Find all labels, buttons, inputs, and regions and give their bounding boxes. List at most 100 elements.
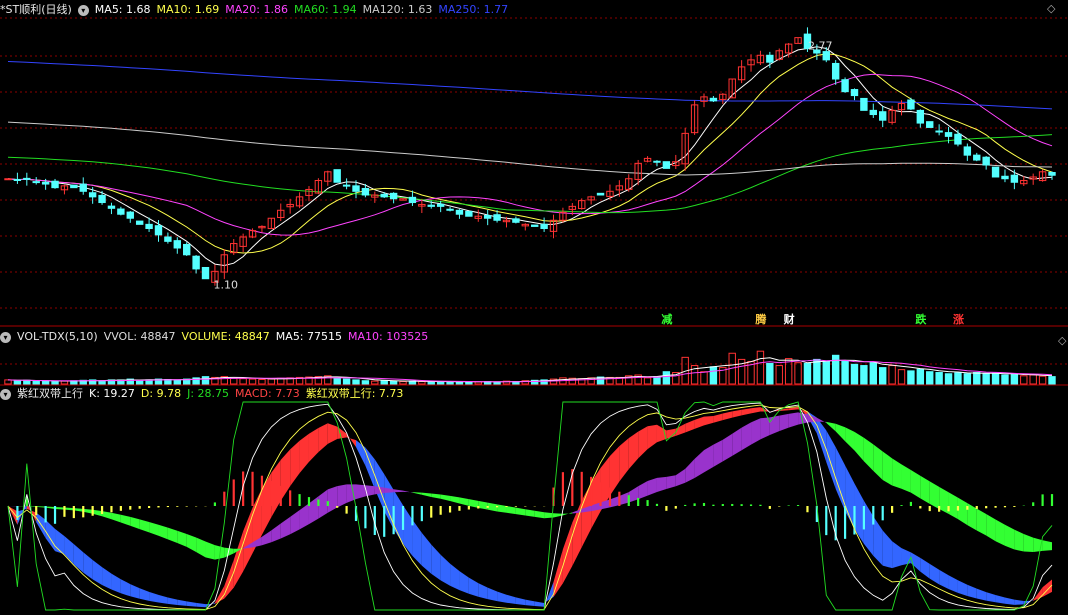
volume-bar[interactable] (446, 381, 454, 385)
candle[interactable] (954, 129, 962, 147)
candle[interactable] (841, 77, 849, 93)
volume-bar[interactable] (389, 380, 398, 385)
volume-bar[interactable] (888, 365, 896, 385)
candle[interactable] (681, 127, 689, 171)
candle[interactable] (512, 216, 520, 224)
volume-bar[interactable] (700, 371, 708, 385)
volume-bar[interactable] (361, 380, 370, 385)
candle[interactable] (1038, 169, 1047, 182)
volume-bar[interactable] (23, 379, 31, 385)
candle[interactable] (991, 166, 1000, 178)
candle[interactable] (521, 223, 529, 231)
volume-bar[interactable] (916, 368, 925, 385)
candle[interactable] (455, 209, 464, 219)
candle[interactable] (794, 37, 802, 44)
candle[interactable] (606, 184, 614, 200)
volume-bar[interactable] (662, 371, 671, 385)
volume-bar[interactable] (418, 381, 426, 385)
volume-bars[interactable] (4, 350, 1056, 385)
volume-bar[interactable] (4, 379, 12, 385)
candle[interactable] (596, 192, 605, 196)
volume-bar[interactable] (51, 381, 59, 385)
candle[interactable] (13, 172, 22, 184)
volume-bar[interactable] (869, 362, 877, 385)
candle[interactable] (869, 103, 877, 118)
candle[interactable] (220, 249, 229, 279)
volume-bar[interactable] (963, 373, 972, 385)
candle[interactable] (973, 152, 981, 162)
volume-bar[interactable] (982, 373, 990, 385)
candle[interactable] (587, 195, 595, 205)
volume-bar[interactable] (1010, 374, 1019, 385)
candle[interactable] (483, 209, 492, 226)
candle[interactable] (446, 206, 454, 212)
candle[interactable] (60, 184, 69, 195)
candle[interactable] (559, 207, 567, 223)
volume-bar[interactable] (973, 372, 981, 385)
restore-icon[interactable]: ◇ (1047, 3, 1057, 14)
volume-bar[interactable] (13, 380, 22, 385)
volume-bar[interactable] (1029, 374, 1037, 385)
candle[interactable] (51, 178, 59, 189)
volume-bar[interactable] (756, 350, 765, 385)
candle[interactable] (831, 60, 840, 85)
volume-bar[interactable] (352, 379, 360, 385)
volume-bar[interactable] (954, 372, 962, 385)
volume-bar[interactable] (897, 369, 906, 385)
candle[interactable] (389, 192, 398, 204)
candle[interactable] (107, 202, 116, 215)
candle[interactable] (342, 178, 351, 190)
candle[interactable] (183, 242, 191, 256)
expand-icon[interactable]: ▾ (0, 388, 11, 400)
volume-bar[interactable] (333, 377, 341, 385)
candle[interactable] (474, 209, 482, 222)
candle[interactable] (907, 97, 915, 111)
candle[interactable] (164, 232, 172, 244)
candle[interactable] (70, 184, 78, 189)
candle[interactable] (1029, 173, 1037, 185)
volume-bar[interactable] (813, 358, 821, 385)
volume-bar[interactable] (850, 363, 859, 385)
candle[interactable] (549, 214, 558, 239)
diamond-icon[interactable]: ◇ (1058, 335, 1068, 346)
candle[interactable] (1048, 171, 1056, 180)
candle[interactable] (117, 206, 125, 216)
candle[interactable] (850, 88, 859, 101)
candle[interactable] (324, 170, 332, 186)
volume-bar[interactable] (399, 381, 407, 385)
candle[interactable] (662, 161, 671, 169)
candle[interactable] (615, 180, 624, 197)
volume-bar[interactable] (841, 360, 849, 385)
candle[interactable] (399, 198, 407, 201)
candle[interactable] (201, 266, 210, 280)
volume-bar[interactable] (907, 370, 915, 385)
volume-bar[interactable] (653, 376, 661, 385)
volume-bar[interactable] (258, 378, 266, 385)
candle[interactable] (643, 156, 652, 163)
candle[interactable] (775, 48, 783, 61)
expand-icon[interactable]: ▾ (77, 4, 89, 16)
candle[interactable] (258, 225, 266, 233)
volume-bar[interactable] (1048, 376, 1056, 385)
candle[interactable] (23, 172, 31, 186)
volume-bar[interactable] (1001, 374, 1009, 385)
volume-bar[interactable] (879, 367, 887, 385)
candle[interactable] (371, 191, 379, 203)
candle[interactable] (465, 210, 473, 217)
volume-bar[interactable] (775, 365, 783, 385)
candle[interactable] (728, 78, 736, 99)
candle[interactable] (154, 220, 163, 242)
candlesticks[interactable] (4, 27, 1056, 286)
candle[interactable] (436, 200, 445, 213)
volume-bar[interactable] (831, 354, 840, 385)
stock-chart[interactable]: 2.77 1.10 减 腾 财 跌 涨 (0, 0, 1068, 615)
candle[interactable] (98, 190, 106, 205)
candle[interactable] (79, 177, 87, 195)
volume-bar[interactable] (201, 376, 210, 385)
candle[interactable] (963, 143, 972, 161)
volume-bar[interactable] (643, 377, 652, 385)
candle[interactable] (286, 198, 294, 214)
volume-bar[interactable] (803, 363, 812, 385)
candle[interactable] (1001, 169, 1009, 183)
volume-bar[interactable] (248, 378, 257, 385)
